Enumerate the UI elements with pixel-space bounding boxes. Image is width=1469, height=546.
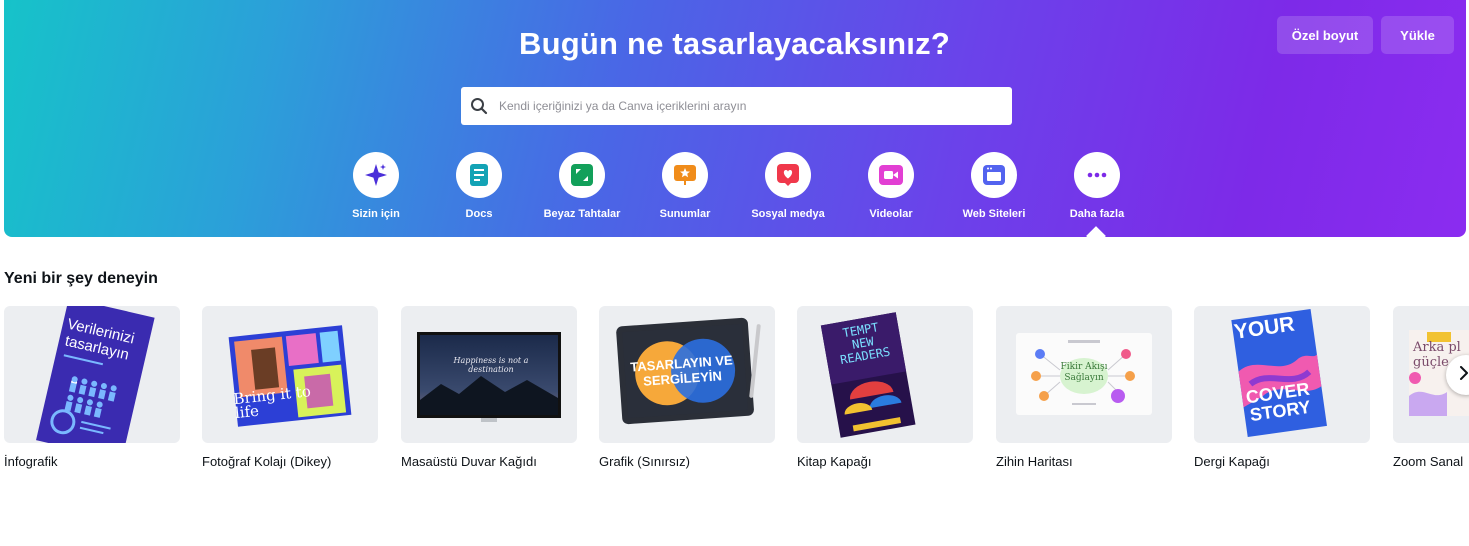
category-websites[interactable]: Web Siteleri bbox=[939, 152, 1049, 220]
category-label: Beyaz Tahtalar bbox=[543, 208, 621, 220]
category-social-media[interactable]: Sosyal medya bbox=[733, 152, 843, 220]
heart-icon bbox=[765, 152, 811, 198]
category-label: Daha fazla bbox=[1069, 208, 1125, 220]
category-sizin-icin[interactable]: Sizin için bbox=[321, 152, 431, 220]
category-label: Sunumlar bbox=[659, 208, 711, 220]
card-graphic[interactable]: TASARLAYIN VE SERGİLEYİN Grafik (Sınırsı… bbox=[599, 306, 775, 469]
category-label: Sosyal medya bbox=[751, 208, 825, 220]
card-label: Grafik (Sınırsız) bbox=[599, 454, 691, 469]
page-title: Bugün ne tasarlayacaksınız? bbox=[519, 26, 950, 61]
more-icon bbox=[1074, 152, 1120, 198]
card-desktop-wallpaper[interactable]: Happiness is not a destination Masaüstü … bbox=[401, 306, 577, 469]
card-thumbnail: Happiness is not a destination bbox=[401, 306, 577, 443]
presentation-icon bbox=[662, 152, 708, 198]
video-icon bbox=[868, 152, 914, 198]
search-input[interactable] bbox=[497, 87, 1012, 125]
category-label: Sizin için bbox=[352, 208, 400, 220]
category-label: Docs bbox=[465, 208, 493, 220]
category-label: Web Siteleri bbox=[962, 208, 1026, 220]
custom-size-button[interactable]: Özel boyut bbox=[1277, 16, 1373, 54]
sparkle-icon bbox=[353, 152, 399, 198]
card-label: Zoom Sanal bbox=[1393, 454, 1464, 469]
category-bar: Sizin için Docs Beyaz Tahtalar Sunumlar … bbox=[0, 152, 1469, 232]
card-label: Kitap Kapağı bbox=[797, 454, 872, 469]
docs-icon bbox=[456, 152, 502, 198]
website-icon bbox=[971, 152, 1017, 198]
category-presentations[interactable]: Sunumlar bbox=[630, 152, 740, 220]
card-label: Masaüstü Duvar Kağıdı bbox=[401, 454, 537, 469]
section-title: Yeni bir şey deneyin bbox=[4, 270, 158, 287]
card-infographic[interactable]: Verilerinizi tasarlayın İnfografik bbox=[4, 306, 180, 469]
card-thumbnail: TASARLAYIN VE SERGİLEYİN bbox=[599, 306, 775, 443]
whiteboard-icon bbox=[559, 152, 605, 198]
card-thumb-text: Happiness is not a destination bbox=[453, 356, 529, 374]
category-docs[interactable]: Docs bbox=[424, 152, 534, 220]
card-label: Fotoğraf Kolajı (Dikey) bbox=[202, 454, 332, 469]
upload-button[interactable]: Yükle bbox=[1381, 16, 1454, 54]
card-thumbnail: Bring it to life bbox=[202, 306, 378, 443]
card-thumbnail: Verilerinizi tasarlayın bbox=[4, 306, 180, 443]
card-thumbnail: Fikir Akışı Sağlayın bbox=[996, 306, 1172, 443]
category-more[interactable]: Daha fazla bbox=[1042, 152, 1152, 220]
chevron-right-icon bbox=[1459, 365, 1469, 385]
card-thumbnail: YOUR COVER STORY bbox=[1194, 306, 1370, 443]
category-whiteboards[interactable]: Beyaz Tahtalar bbox=[527, 152, 637, 220]
category-label: Videolar bbox=[869, 208, 913, 220]
search-icon bbox=[461, 87, 497, 125]
category-videos[interactable]: Videolar bbox=[836, 152, 946, 220]
card-book-cover[interactable]: TEMPT NEW READERS Kitap Kapağı bbox=[797, 306, 973, 469]
card-label: Zihin Haritası bbox=[996, 454, 1073, 469]
card-magazine-cover[interactable]: YOUR COVER STORY Dergi Kapağı bbox=[1194, 306, 1370, 469]
card-thumb-text: Fikir Akışı Sağlayın bbox=[1060, 362, 1108, 383]
card-thumbnail: TEMPT NEW READERS bbox=[797, 306, 973, 443]
search-bar[interactable] bbox=[461, 87, 1012, 125]
card-mind-map[interactable]: Fikir Akışı Sağlayın Zihin Haritası bbox=[996, 306, 1172, 469]
card-label: İnfografik bbox=[4, 454, 58, 469]
card-label: Dergi Kapağı bbox=[1194, 454, 1270, 469]
card-photo-collage[interactable]: Bring it to life Fotoğraf Kolajı (Dikey) bbox=[202, 306, 378, 469]
